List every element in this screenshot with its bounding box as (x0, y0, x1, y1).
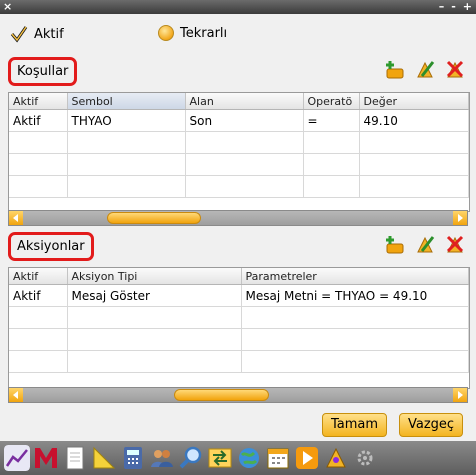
maximize-button[interactable]: + (463, 0, 472, 13)
table-cell: Aktif (9, 284, 68, 307)
repeat-label: Tekrarlı (180, 25, 228, 41)
calendar-icon[interactable] (265, 445, 291, 471)
scroll-right-icon[interactable] (453, 388, 467, 402)
magnifier-icon[interactable] (178, 445, 204, 471)
document-icon[interactable] (62, 445, 88, 471)
radio-icon[interactable] (158, 25, 174, 41)
column-header[interactable]: Alan (185, 93, 304, 110)
alarm-icon[interactable] (323, 445, 349, 471)
ok-button[interactable]: Tamam (322, 413, 388, 437)
add-action-icon[interactable] (384, 233, 406, 255)
users-icon[interactable] (149, 445, 175, 471)
gear-icon[interactable] (352, 445, 378, 471)
table-cell: Son (185, 109, 304, 132)
minimize-button[interactable]: – (439, 0, 445, 13)
column-header[interactable]: Parametreler (241, 268, 469, 285)
title-bar: × – - + (0, 0, 476, 14)
actions-horizontal-scrollbar[interactable] (8, 387, 468, 403)
actions-header-row: Aktif Aksiyon Tipi Parametreler (9, 268, 469, 285)
scroll-right-icon[interactable] (453, 211, 467, 225)
column-header[interactable]: Aktif (9, 93, 68, 110)
table-cell: Mesaj Göster (67, 284, 242, 307)
conditions-header-row: Aktif Sembol Alan Operatö Değer (9, 93, 469, 110)
table-cell: 49.10 (359, 109, 469, 132)
scroll-thumb[interactable] (173, 389, 269, 401)
alarm-window: × – - + Aktif Tekrarlı Koşullar Aktif Se… (0, 0, 476, 475)
table-row[interactable]: Aktif THYAO Son = 49.10 (9, 109, 469, 132)
scroll-left-icon[interactable] (9, 211, 23, 225)
table-cell: THYAO (67, 109, 186, 132)
table-row[interactable]: Aktif Mesaj Göster Mesaj Metni = THYAO =… (9, 284, 469, 307)
conditions-grid: Aktif Sembol Alan Operatö Değer Aktif TH… (8, 92, 470, 212)
restore-button[interactable]: - (451, 0, 456, 13)
edit-action-icon[interactable] (414, 233, 436, 255)
window-controls: – - + (439, 0, 472, 13)
actions-title: Aksiyonlar (8, 232, 94, 261)
conditions-horizontal-scrollbar[interactable] (8, 210, 468, 226)
active-label: Aktif (34, 26, 64, 42)
active-option[interactable]: Aktif (10, 25, 64, 43)
table-cell: Aktif (9, 109, 68, 132)
column-header[interactable]: Aksiyon Tipi (67, 268, 242, 285)
chart-icon[interactable] (4, 445, 30, 471)
table-row[interactable] (9, 306, 469, 329)
table-row[interactable] (9, 131, 469, 154)
repeat-option[interactable]: Tekrarlı (158, 25, 227, 41)
table-cell: Mesaj Metni = THYAO = 49.10 (241, 284, 469, 307)
column-header[interactable]: Operatö (303, 93, 360, 110)
cancel-button[interactable]: Vazgeç (399, 413, 464, 437)
play-icon[interactable] (294, 445, 320, 471)
scroll-left-icon[interactable] (9, 388, 23, 402)
add-condition-icon[interactable] (384, 58, 406, 80)
actions-toolbar (384, 233, 466, 255)
m-logo-icon[interactable] (33, 445, 59, 471)
actions-grid: Aktif Aksiyon Tipi Parametreler Aktif Me… (8, 267, 470, 389)
bottom-toolbar (0, 441, 476, 475)
actions-table: Aktif Aksiyon Tipi Parametreler Aktif Me… (9, 268, 469, 373)
transfer-icon[interactable] (207, 445, 233, 471)
column-header[interactable]: Değer (359, 93, 469, 110)
ruler-icon[interactable] (91, 445, 117, 471)
table-row[interactable] (9, 153, 469, 176)
edit-alarm-icon[interactable] (414, 58, 436, 80)
conditions-toolbar (384, 58, 466, 80)
column-header[interactable]: Sembol (67, 93, 186, 110)
column-header[interactable]: Aktif (9, 268, 68, 285)
conditions-title: Koşullar (8, 57, 78, 86)
table-row[interactable] (9, 350, 469, 373)
conditions-table: Aktif Sembol Alan Operatö Değer Aktif TH… (9, 93, 469, 198)
options-row: Aktif Tekrarlı (8, 22, 468, 48)
checkmark-icon[interactable] (10, 25, 28, 43)
table-row[interactable] (9, 175, 469, 198)
table-cell: = (303, 109, 360, 132)
close-button[interactable]: × (3, 0, 12, 13)
table-row[interactable] (9, 328, 469, 351)
delete-action-icon[interactable] (444, 233, 466, 255)
globe-icon[interactable] (236, 445, 262, 471)
delete-alarm-icon[interactable] (444, 58, 466, 80)
calculator-icon[interactable] (120, 445, 146, 471)
scroll-thumb[interactable] (106, 212, 202, 224)
